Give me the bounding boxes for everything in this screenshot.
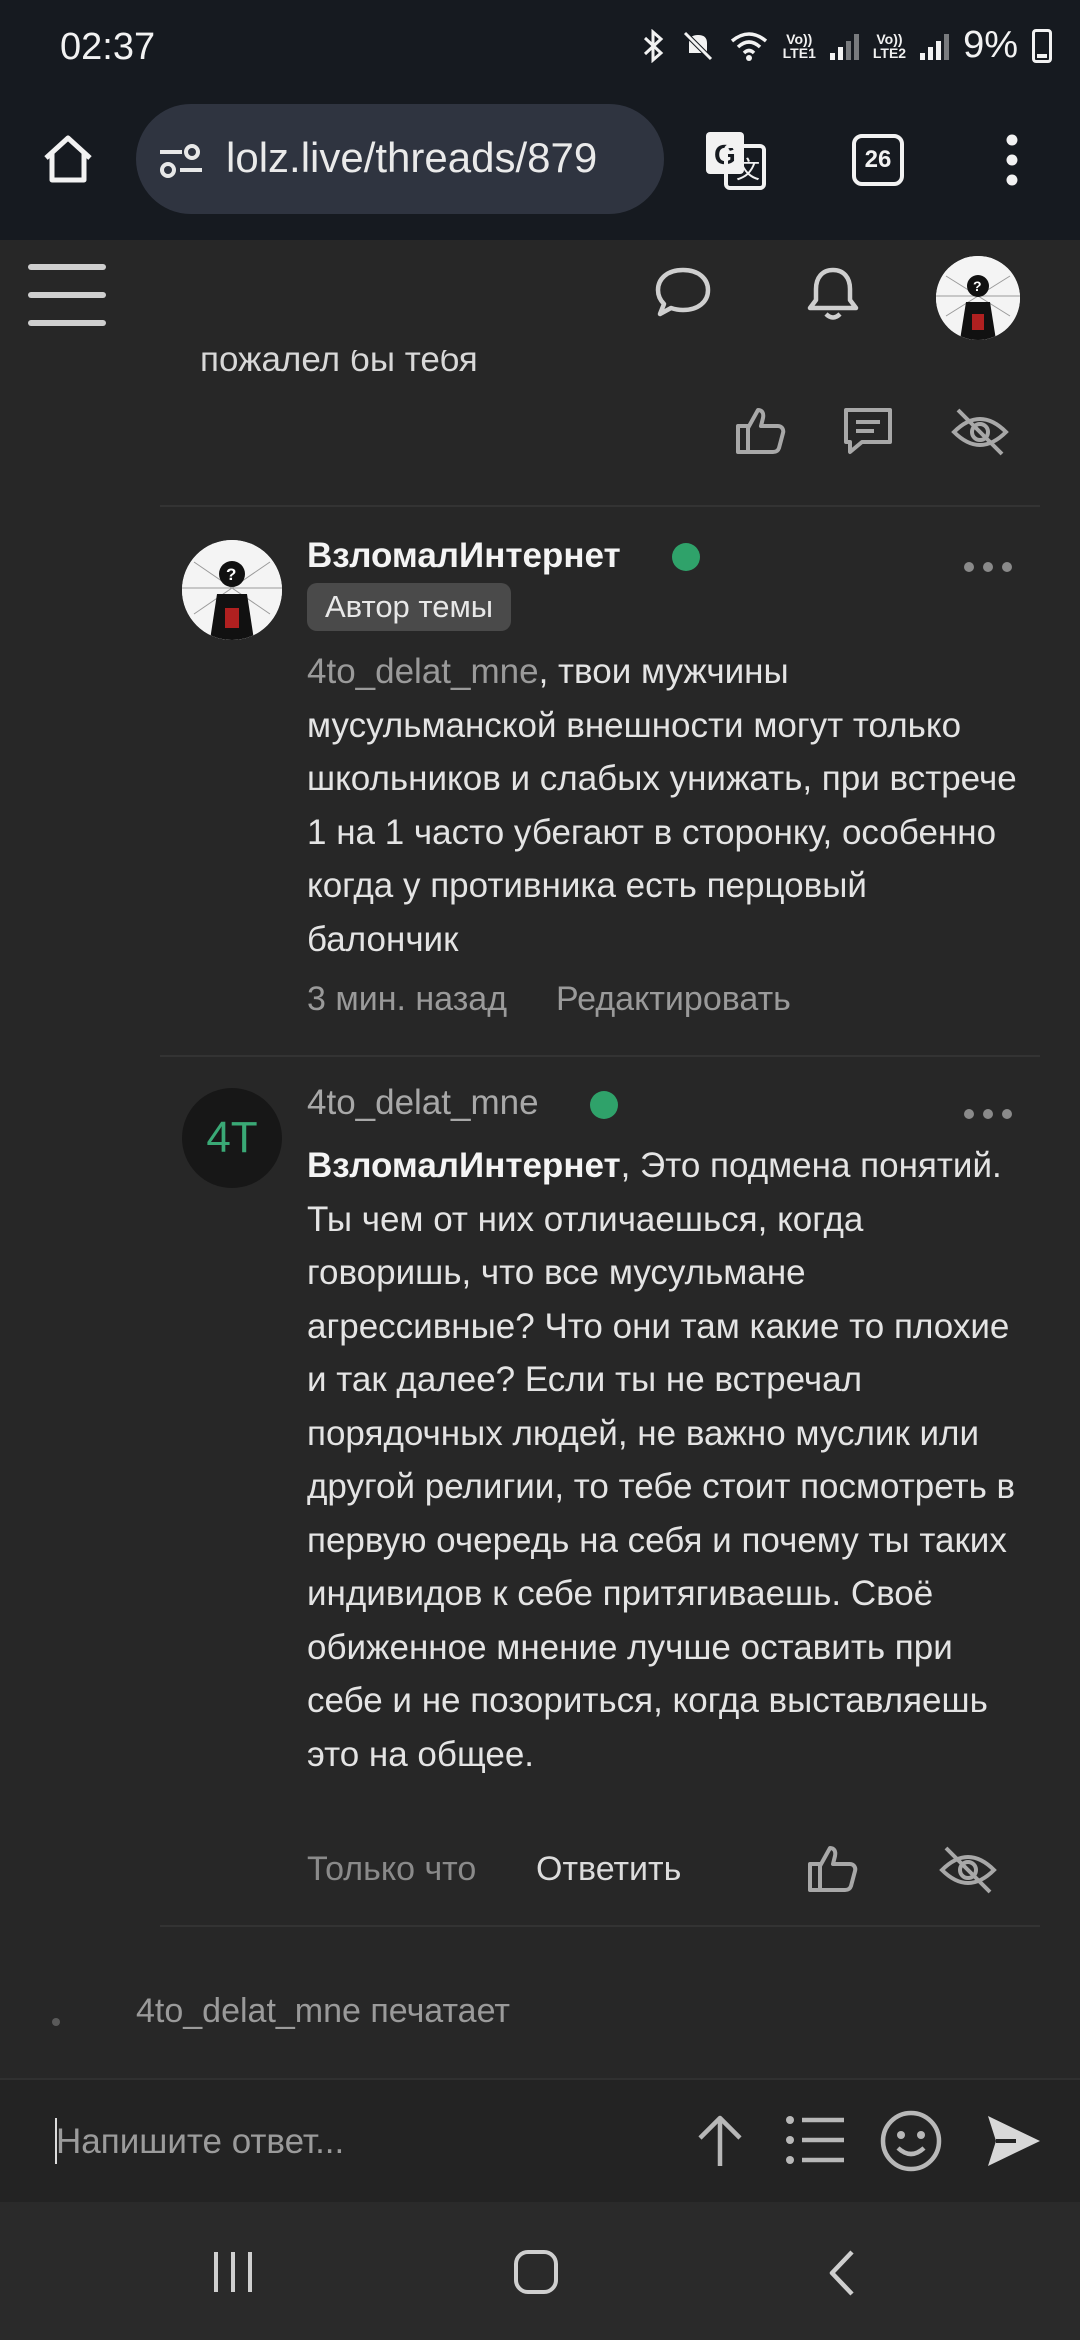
- reply-button[interactable]: Ответить: [536, 1850, 681, 1889]
- post-avatar-initials[interactable]: 4T: [182, 1088, 282, 1188]
- more-options-icon[interactable]: [998, 130, 1026, 190]
- mute-icon: [682, 30, 713, 61]
- typing-text: 4to_delat_mne печатает: [136, 1992, 510, 2030]
- system-navigation-bar: [0, 2202, 1080, 2340]
- post-timestamp[interactable]: 3 мин. назад: [307, 980, 507, 1019]
- post-avatar[interactable]: ?: [182, 540, 282, 640]
- battery-icon: [1032, 28, 1052, 63]
- site-header: ?: [0, 240, 1080, 350]
- post-mention[interactable]: ВзломалИнтернет: [307, 1146, 621, 1185]
- battery-percent: 9%: [963, 24, 1018, 66]
- prev-hide-icon[interactable]: [950, 404, 1010, 460]
- user-avatar[interactable]: ?: [936, 256, 1020, 340]
- status-icons: Vo)) LTE1 Vo)) LTE2 9%: [641, 24, 1052, 67]
- post-menu-button[interactable]: [964, 1109, 1012, 1119]
- thread-author-badge: Автор темы: [307, 583, 512, 631]
- svg-text:?: ?: [973, 278, 982, 294]
- sim1-label: Vo)) LTE1: [782, 30, 816, 61]
- browser-toolbar: lolz.live/threads/879 G文 26: [0, 100, 1080, 240]
- prev-like-icon[interactable]: [732, 402, 788, 458]
- svg-text:文: 文: [736, 157, 760, 184]
- post-author-name[interactable]: ВзломалИнтернет: [307, 536, 621, 576]
- anonymous-avatar-icon: ?: [936, 256, 1020, 340]
- back-icon[interactable]: [824, 2248, 858, 2298]
- recent-apps-icon[interactable]: [210, 2250, 256, 2294]
- post-body: 4to_delat_mne, твои мужчины мусульманско…: [307, 645, 1027, 966]
- sim1-signal-icon: [829, 32, 859, 60]
- post-menu-button[interactable]: [964, 562, 1012, 572]
- post-text: , твои мужчины мусульманской внешности м…: [307, 652, 1017, 959]
- post-timestamp[interactable]: Только что: [307, 1850, 476, 1889]
- tab-switcher-button[interactable]: 26: [852, 134, 904, 186]
- post-body: ВзломалИнтернет, Это подмена понятий. Ты…: [307, 1139, 1027, 1781]
- online-indicator: [672, 543, 700, 571]
- divider: [160, 1925, 1040, 1927]
- status-bar: 02:37 Vo)) LTE1 Vo)) LTE2 9%: [0, 0, 1080, 100]
- home-icon[interactable]: [40, 132, 96, 186]
- address-bar[interactable]: lolz.live/threads/879: [136, 104, 664, 214]
- online-indicator: [590, 1091, 618, 1119]
- post-author-name[interactable]: 4to_delat_mne: [307, 1083, 539, 1123]
- typing-dot: [52, 2018, 60, 2026]
- anonymous-avatar-icon: ?: [182, 540, 282, 640]
- hide-icon[interactable]: [938, 1842, 998, 1898]
- wifi-icon: [730, 31, 767, 61]
- url-text: lolz.live/threads/879: [226, 134, 598, 181]
- emoji-icon[interactable]: [878, 2108, 944, 2174]
- send-icon[interactable]: [982, 2110, 1044, 2172]
- prev-reply-icon[interactable]: [840, 404, 896, 458]
- post-mention[interactable]: 4to_delat_mne: [307, 652, 539, 691]
- sim2-signal-icon: [920, 32, 950, 60]
- home-nav-icon[interactable]: [512, 2248, 560, 2296]
- typing-indicator: 4to_delat_mne печатает: [0, 1948, 1080, 2078]
- like-icon[interactable]: [804, 1840, 860, 1896]
- reply-input[interactable]: [56, 2110, 656, 2174]
- translate-icon[interactable]: G文: [702, 128, 768, 192]
- divider: [160, 505, 1040, 507]
- site-settings-icon[interactable]: [156, 140, 206, 180]
- conversations-icon[interactable]: [654, 264, 712, 320]
- bluetooth-icon: [643, 28, 663, 63]
- scroll-up-arrow-icon[interactable]: [692, 2112, 748, 2172]
- list-format-icon[interactable]: [784, 2112, 846, 2168]
- edit-button[interactable]: Редактировать: [556, 980, 791, 1019]
- notifications-bell-icon[interactable]: [802, 262, 864, 326]
- sim2-label: Vo)) LTE2: [872, 30, 907, 61]
- status-time: 02:37: [60, 26, 156, 68]
- menu-icon[interactable]: [26, 260, 110, 330]
- post-text: , Это подмена понятий. Ты чем от них отл…: [307, 1146, 1016, 1774]
- svg-text:?: ?: [226, 565, 236, 584]
- reply-composer: [0, 2078, 1080, 2202]
- text-cursor: [55, 2118, 57, 2164]
- divider: [160, 1055, 1040, 1057]
